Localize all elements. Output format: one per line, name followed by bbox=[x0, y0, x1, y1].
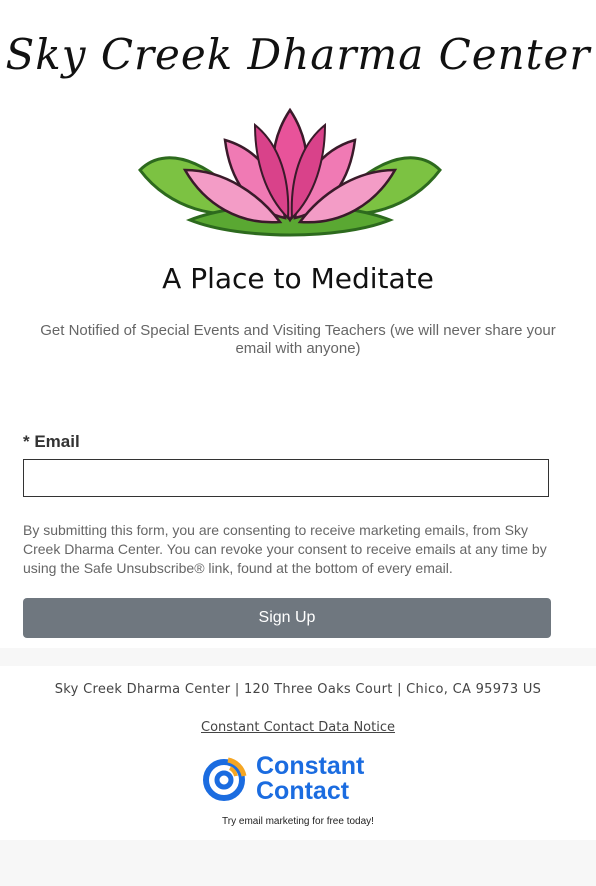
consent-text: By submitting this form, you are consent… bbox=[23, 522, 547, 576]
brand-line-1: Constant bbox=[256, 752, 365, 780]
footer: Sky Creek Dharma Center | 120 Three Oaks… bbox=[0, 648, 596, 886]
constant-contact-logo[interactable]: Constant Contact bbox=[198, 754, 398, 810]
promo-text[interactable]: Try email marketing for free today! bbox=[0, 816, 596, 827]
footer-panel: Sky Creek Dharma Center | 120 Three Oaks… bbox=[0, 666, 596, 840]
tagline: A Place to Meditate bbox=[162, 262, 434, 295]
sign-up-button[interactable]: Sign Up bbox=[23, 598, 551, 638]
brand-line-2: Contact bbox=[256, 777, 350, 805]
org-logo-title: Sky Creek Dharma Center bbox=[5, 30, 591, 79]
constant-contact-icon bbox=[203, 757, 247, 801]
data-notice-link[interactable]: Constant Contact Data Notice bbox=[0, 720, 596, 735]
lotus-flower-icon bbox=[138, 107, 442, 237]
email-input[interactable] bbox=[23, 459, 549, 497]
constant-contact-wordmark: Constant Contact bbox=[256, 754, 364, 804]
footer-address: Sky Creek Dharma Center | 120 Three Oaks… bbox=[54, 682, 542, 697]
email-label: * Email bbox=[23, 432, 80, 451]
intro-text: Get Notified of Special Events and Visit… bbox=[40, 322, 556, 357]
